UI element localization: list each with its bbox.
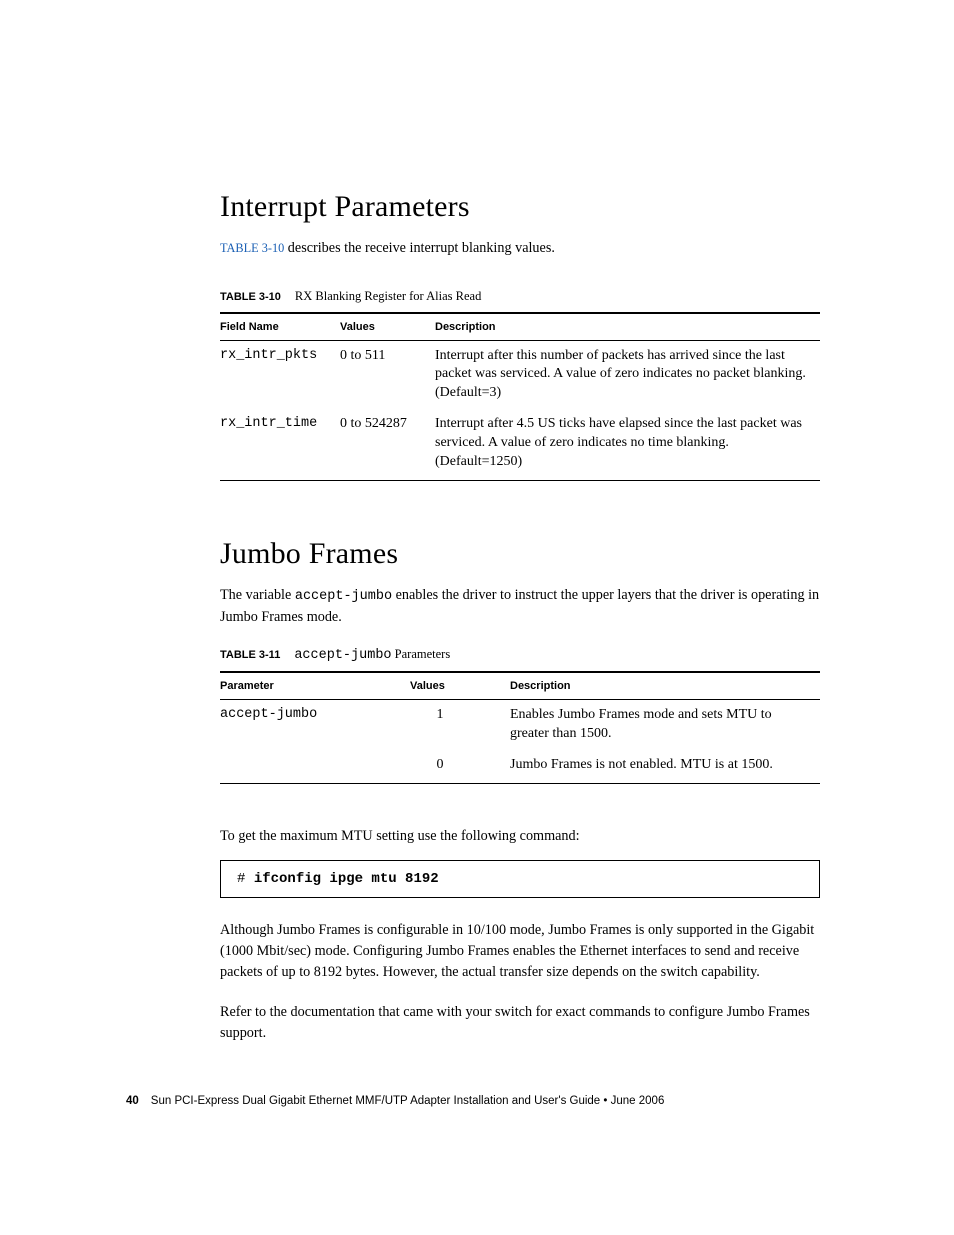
col-values: Values — [410, 672, 510, 700]
code-prompt: # — [237, 871, 254, 887]
code-block: # ifconfig ipge mtu 8192 — [220, 860, 820, 898]
xref-table-3-10[interactable]: TABLE 3-10 — [220, 241, 284, 255]
intro-text: describes the receive interrupt blanking… — [284, 240, 555, 256]
caption-table-3-10: TABLE 3-10 RX Blanking Register for Alias… — [220, 289, 820, 304]
cell-values: 0 to 511 — [340, 340, 435, 409]
caption-label: TABLE 3-10 — [220, 291, 281, 303]
cell-description: Jumbo Frames is not enabled. MTU is at 1… — [510, 750, 820, 783]
caption-text: RX Blanking Register for Alias Read — [295, 289, 481, 303]
cell-values: 1 — [410, 700, 510, 750]
col-description: Description — [435, 313, 820, 341]
cell-description: Enables Jumbo Frames mode and sets MTU t… — [510, 700, 820, 750]
caption-label: TABLE 3-11 — [220, 649, 280, 661]
table-row: accept-jumbo 1 Enables Jumbo Frames mode… — [220, 700, 820, 750]
caption-table-3-11: TABLE 3-11 accept-jumbo Parameters — [220, 647, 820, 663]
footer-title: Sun PCI-Express Dual Gigabit Ethernet MM… — [151, 1095, 665, 1107]
cell-field-name: rx_intr_pkts — [220, 340, 340, 409]
table-accept-jumbo: Parameter Values Description accept-jumb… — [220, 671, 820, 784]
cell-description: Interrupt after this number of packets h… — [435, 340, 820, 409]
cell-field-name: rx_intr_time — [220, 409, 340, 480]
table-header-row: Parameter Values Description — [220, 672, 820, 700]
intro-pre: The variable — [220, 587, 295, 603]
intro-jumbo: The variable accept-jumbo enables the dr… — [220, 585, 820, 627]
code-command: ifconfig ipge mtu 8192 — [254, 871, 439, 887]
page-number: 40 — [126, 1095, 139, 1107]
caption-text: Parameters — [392, 647, 451, 661]
cell-values: 0 — [410, 750, 510, 783]
heading-jumbo-frames: Jumbo Frames — [220, 537, 820, 571]
intro-interrupt: TABLE 3-10 describes the receive interru… — [220, 238, 820, 259]
col-values: Values — [340, 313, 435, 341]
col-parameter: Parameter — [220, 672, 410, 700]
col-field-name: Field Name — [220, 313, 340, 341]
page-content: Interrupt Parameters TABLE 3-10 describe… — [220, 190, 820, 1063]
table-header-row: Field Name Values Description — [220, 313, 820, 341]
table-row: 0 Jumbo Frames is not enabled. MTU is at… — [220, 750, 820, 783]
cell-description: Interrupt after 4.5 US ticks have elapse… — [435, 409, 820, 480]
cell-parameter: accept-jumbo — [220, 700, 410, 750]
cell-values: 0 to 524287 — [340, 409, 435, 480]
page-footer: 40 Sun PCI-Express Dual Gigabit Ethernet … — [126, 1095, 664, 1107]
heading-interrupt-parameters: Interrupt Parameters — [220, 190, 820, 224]
col-description: Description — [510, 672, 820, 700]
caption-code: accept-jumbo — [294, 648, 391, 663]
cell-parameter — [220, 750, 410, 783]
table-rx-blanking: Field Name Values Description rx_intr_pk… — [220, 312, 820, 481]
table-row: rx_intr_pkts 0 to 511 Interrupt after th… — [220, 340, 820, 409]
para-jumbo-configurable: Although Jumbo Frames is configurable in… — [220, 920, 820, 982]
table-row: rx_intr_time 0 to 524287 Interrupt after… — [220, 409, 820, 480]
para-mtu-command: To get the maximum MTU setting use the f… — [220, 826, 820, 847]
intro-code: accept-jumbo — [295, 589, 392, 604]
para-refer-docs: Refer to the documentation that came wit… — [220, 1002, 820, 1043]
